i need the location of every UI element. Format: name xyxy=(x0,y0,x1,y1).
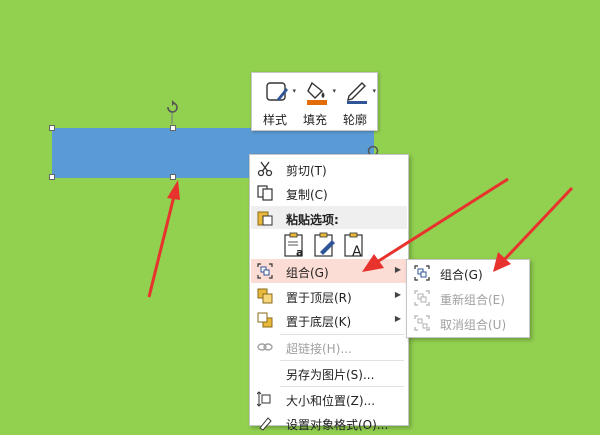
fill-button[interactable]: ▾ 填充 xyxy=(296,73,336,130)
paste-options-header: 粘贴选项: xyxy=(251,206,407,229)
menu-item-size-position[interactable]: 大小和位置(Z)... xyxy=(251,387,407,411)
style-label: 样式 xyxy=(262,113,287,127)
bring-to-front-icon xyxy=(257,288,273,304)
cut-label: 剪切(T) xyxy=(286,164,327,178)
red-arrow-icon xyxy=(147,180,180,298)
mini-toolbar: ▾ 样式 ▾ 填充 ▾ 轮廓 xyxy=(251,72,378,131)
context-menu: 剪切(T) 复制(C) 粘贴选项: a A 组合(G) ▶ 置于顶层(R) ▶ … xyxy=(249,154,409,432)
submenu-arrow-icon: ▶ xyxy=(394,290,401,299)
menu-item-cut[interactable]: 剪切(T) xyxy=(251,157,407,181)
save-as-picture-label: 另存为图片(S)... xyxy=(286,368,375,382)
menu-item-copy[interactable]: 复制(C) xyxy=(251,181,407,205)
svg-text:A: A xyxy=(352,244,362,258)
menu-item-format-object[interactable]: 设置对象格式(O)... xyxy=(251,411,407,435)
submenu-item-group[interactable]: 组合(G) xyxy=(408,261,528,285)
size-position-icon xyxy=(257,391,271,407)
paste-use-destination-theme-icon[interactable]: a xyxy=(282,232,308,258)
send-to-back-label: 置于底层(K) xyxy=(286,315,352,329)
chevron-down-icon: ▾ xyxy=(372,87,376,95)
size-position-label: 大小和位置(Z)... xyxy=(286,394,376,408)
hyperlink-label: 超链接(H)... xyxy=(286,342,352,356)
outline-label: 轮廓 xyxy=(342,113,367,127)
menu-item-send-to-back[interactable]: 置于底层(K) ▶ xyxy=(251,308,407,332)
fill-label: 填充 xyxy=(302,113,327,127)
group-label: 组合(G) xyxy=(440,268,483,282)
ungroup-label: 取消组合(U) xyxy=(440,318,507,332)
group-submenu: 组合(G) 重新组合(E) 取消组合(U) xyxy=(406,259,530,338)
rotate-handle-icon[interactable] xyxy=(163,100,181,124)
style-button[interactable]: ▾ 样式 xyxy=(256,73,296,130)
svg-text:a: a xyxy=(296,246,303,258)
shape-style-icon xyxy=(266,82,288,101)
menu-item-hyperlink: 超链接(H)... xyxy=(251,335,407,359)
paint-bucket-icon xyxy=(307,81,327,105)
paste-keep-text-only-icon[interactable]: A xyxy=(342,232,368,258)
regroup-label: 重新组合(E) xyxy=(440,293,505,307)
group-icon xyxy=(414,265,430,281)
menu-item-bring-to-front[interactable]: 置于顶层(R) ▶ xyxy=(251,284,407,308)
menu-item-group[interactable]: 组合(G) ▶ xyxy=(251,259,407,283)
paste-options-label: 粘贴选项: xyxy=(286,213,339,227)
resize-handle-top-left[interactable] xyxy=(49,125,55,131)
submenu-item-ungroup: 取消组合(U) xyxy=(408,311,528,335)
submenu-arrow-icon: ▶ xyxy=(394,265,401,274)
menu-item-save-as-picture[interactable]: 另存为图片(S)... xyxy=(251,361,407,385)
scissors-icon xyxy=(257,161,273,177)
group-label: 组合(G) xyxy=(286,266,329,280)
resize-handle-bottom[interactable] xyxy=(170,174,176,180)
group-icon xyxy=(257,263,273,279)
copy-icon xyxy=(257,185,273,201)
clipboard-paste-icon xyxy=(257,211,273,226)
copy-label: 复制(C) xyxy=(286,188,328,202)
outline-button[interactable]: ▾ 轮廓 xyxy=(336,73,376,130)
bring-to-front-label: 置于顶层(R) xyxy=(286,291,352,305)
regroup-icon xyxy=(414,290,430,306)
paste-keep-source-formatting-icon[interactable] xyxy=(312,232,338,258)
submenu-arrow-icon: ▶ xyxy=(394,314,401,323)
send-to-back-icon xyxy=(257,312,273,328)
pen-outline-icon xyxy=(347,82,367,104)
hyperlink-icon xyxy=(257,343,273,351)
resize-handle-top[interactable] xyxy=(170,125,176,131)
submenu-item-regroup: 重新组合(E) xyxy=(408,286,528,310)
format-object-icon xyxy=(259,417,272,431)
ungroup-icon xyxy=(414,315,430,331)
resize-handle-bottom-left[interactable] xyxy=(49,174,55,180)
